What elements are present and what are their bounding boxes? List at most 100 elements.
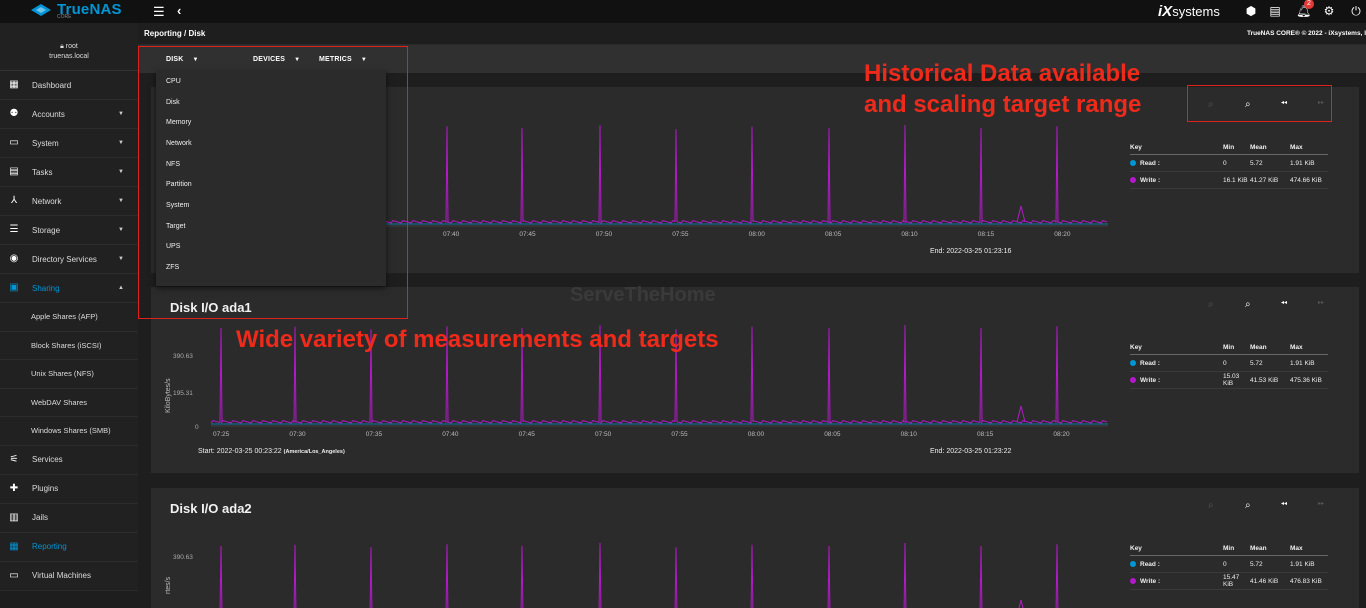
user-name: 🔒︎ root xyxy=(60,43,78,50)
network-icon: ⅄ xyxy=(10,195,18,206)
step-forward-icon[interactable]: ▸▸ xyxy=(1318,500,1324,507)
annotation-box-controls xyxy=(1187,85,1332,122)
chevron-down-icon: ▼ xyxy=(118,169,124,175)
clipboard-icon[interactable]: ▤ xyxy=(1268,4,1282,18)
truecommand-icon[interactable]: ⬢ xyxy=(1244,4,1258,18)
breadcrumb[interactable]: Reporting / Disk xyxy=(144,29,205,38)
sidebar-item-directory-services[interactable]: ◉ Directory Services ▼ xyxy=(0,245,138,274)
directory-icon: ◉ xyxy=(9,253,19,264)
sidebar-item-network[interactable]: ⅄ Network ▼ xyxy=(0,187,138,216)
collapse-chevron-icon[interactable]: ‹ xyxy=(177,3,181,18)
legend-row-write[interactable]: Write :15.03 KiB 41.53 KiB 475.36 KiB xyxy=(1130,372,1328,389)
write-series-bump xyxy=(1018,599,1024,608)
sidebar-item-label: Directory Services xyxy=(32,254,97,264)
watermark: ServeTheHome xyxy=(570,284,716,306)
gear-icon[interactable]: ⚙ xyxy=(1322,4,1336,18)
sidebar: 🔒︎ root truenas.local ▦ Dashboard ⚉ Account… xyxy=(0,23,138,591)
truenas-logo[interactable]: TrueNAS CORE xyxy=(30,1,122,20)
annotation-box-dropdown xyxy=(138,46,408,319)
truenas-logo-icon xyxy=(31,3,51,16)
puzzle-icon: ✚ xyxy=(9,482,19,494)
chevron-down-icon: ▼ xyxy=(118,198,124,204)
write-series-line xyxy=(219,542,1059,608)
chart-legend: Key Min Mean Max Read :0 5.72 1.91 KiB Write :1… xyxy=(1130,545,1328,590)
folder-shared-icon: ▣ xyxy=(9,282,19,293)
ixsystems-logo[interactable]: iXsystems xyxy=(1158,3,1220,20)
sidebar-subitem-apple-shares-afp-[interactable]: Apple Shares (AFP) xyxy=(0,303,138,332)
chart-icon: ▦ xyxy=(9,540,19,552)
power-icon[interactable]: ⏻ xyxy=(1349,4,1363,18)
sidebar-item-plugins[interactable]: ✚ Plugins xyxy=(0,475,138,504)
brand-sub: CORE xyxy=(57,14,72,20)
chevron-up-icon: ▲ xyxy=(118,285,124,291)
sidebar-item-label: Services xyxy=(32,455,63,464)
sidebar-item-sharing[interactable]: ▣ Sharing ▲ xyxy=(0,274,138,303)
sidebar-item-label: Sharing xyxy=(32,283,60,293)
sidebar-item-accounts[interactable]: ⚉ Accounts ▼ xyxy=(0,100,138,129)
sidebar-item-label: Storage xyxy=(32,225,61,235)
read-dot-icon xyxy=(1130,159,1136,166)
disk-io-chart[interactable] xyxy=(151,488,1111,608)
chevron-down-icon: ▼ xyxy=(118,111,124,117)
read-dot-icon xyxy=(1130,359,1136,366)
storage-icon: ☰ xyxy=(9,224,19,235)
sidebar-item-label: System xyxy=(32,138,59,148)
monitor-icon: ▭ xyxy=(9,569,19,581)
sidebar-item-reporting[interactable]: ▦ Reporting xyxy=(0,533,138,562)
write-dot-icon xyxy=(1130,176,1136,183)
notification-badge: 2 xyxy=(1304,0,1314,9)
zoom-in-icon[interactable]: ⌕ xyxy=(1245,299,1251,310)
sidebar-item-virtual-machines[interactable]: ▭ Virtual Machines xyxy=(0,562,138,591)
sidebar-item-label: Tasks xyxy=(32,167,53,177)
page-header: Reporting / Disk TrueNAS CORE® © 2022 - … xyxy=(138,23,1366,45)
legend-row-read[interactable]: Read :0 5.72 1.91 KiB xyxy=(1130,155,1328,172)
write-dot-icon xyxy=(1130,577,1136,584)
laptop-icon: ▭ xyxy=(9,137,19,148)
sidebar-item-label: Network xyxy=(32,196,62,206)
sidebar-item-label: Jails xyxy=(32,513,49,522)
zoom-in-icon[interactable]: ⌕ xyxy=(1245,500,1251,511)
zoom-out-icon[interactable]: ⌕ xyxy=(1208,500,1214,511)
sidebar-item-dashboard[interactable]: ▦ Dashboard xyxy=(0,71,138,100)
top-bar: TrueNAS CORE ☰ ‹ iXsystems ⬢ ▤ 🔔︎ 2 ⚙ ⏻ xyxy=(0,0,1366,23)
sidebar-subitem-webdav-shares[interactable]: WebDAV Shares xyxy=(0,389,138,417)
sidebar-subitem-unix-shares-nfs-[interactable]: Unix Shares (NFS) xyxy=(0,360,138,389)
step-forward-icon[interactable]: ▸▸ xyxy=(1318,299,1324,306)
people-icon: ⚉ xyxy=(9,108,19,119)
write-series-bump xyxy=(1016,405,1026,423)
chart-legend: Key Min Mean Max Read :0 5.72 1.91 KiB Write :1… xyxy=(1130,344,1328,389)
menu-icon[interactable]: ☰ xyxy=(153,4,165,20)
disk-io-card: Disk I/O ada2 ⌕ ⌕ ◂◂ ▸▸ Key Min Mean Max Read :05… xyxy=(151,488,1359,608)
step-back-icon[interactable]: ◂◂ xyxy=(1281,299,1287,306)
calendar-icon: ▤ xyxy=(9,166,19,177)
legend-row-write[interactable]: Write :15.47 KiB 41.46 KiB 476.83 KiB xyxy=(1130,573,1328,590)
sidebar-subitem-windows-shares-smb-[interactable]: Windows Shares (SMB) xyxy=(0,417,138,446)
chevron-down-icon: ▼ xyxy=(118,227,124,233)
dashboard-icon: ▦ xyxy=(9,79,19,90)
annotation-historical: Historical Data available and scaling ta… xyxy=(864,60,1142,118)
sidebar-item-tasks[interactable]: ▤ Tasks ▼ xyxy=(0,158,138,187)
sidebar-item-services[interactable]: ⚟ Services xyxy=(0,446,138,475)
annotation-measurements: Wide variety of measurements and targets xyxy=(236,326,719,353)
sidebar-item-label: Reporting xyxy=(32,542,67,551)
chevron-down-icon: ▼ xyxy=(118,256,124,262)
host-name: truenas.local xyxy=(49,53,89,60)
sidebar-item-label: Dashboard xyxy=(32,80,72,90)
zoom-out-icon[interactable]: ⌕ xyxy=(1208,299,1214,310)
sidebar-item-storage[interactable]: ☰ Storage ▼ xyxy=(0,216,138,245)
legend-row-write[interactable]: Write :16.1 KiB 41.27 KiB 474.66 KiB xyxy=(1130,172,1328,189)
step-back-icon[interactable]: ◂◂ xyxy=(1281,500,1287,507)
sidebar-item-label: Accounts xyxy=(32,109,65,119)
sidebar-subitem-block-shares-iscsi-[interactable]: Block Shares (iSCSI) xyxy=(0,332,138,360)
chevron-down-icon: ▼ xyxy=(118,140,124,146)
legend-row-read[interactable]: Read :0 5.72 1.91 KiB xyxy=(1130,355,1328,372)
sidebar-item-system[interactable]: ▭ System ▼ xyxy=(0,129,138,158)
read-dot-icon xyxy=(1130,560,1136,567)
sidebar-item-jails[interactable]: ▥ Jails xyxy=(0,504,138,533)
sidebar-item-label: Virtual Machines xyxy=(32,571,91,580)
user-panel[interactable]: 🔒︎ root truenas.local xyxy=(0,23,138,71)
jail-icon: ▥ xyxy=(9,511,19,523)
legend-row-read[interactable]: Read :0 5.72 1.91 KiB xyxy=(1130,556,1328,573)
write-series-bump xyxy=(1016,205,1026,223)
copyright: TrueNAS CORE® © 2022 - iXsystems, I xyxy=(1246,30,1366,37)
